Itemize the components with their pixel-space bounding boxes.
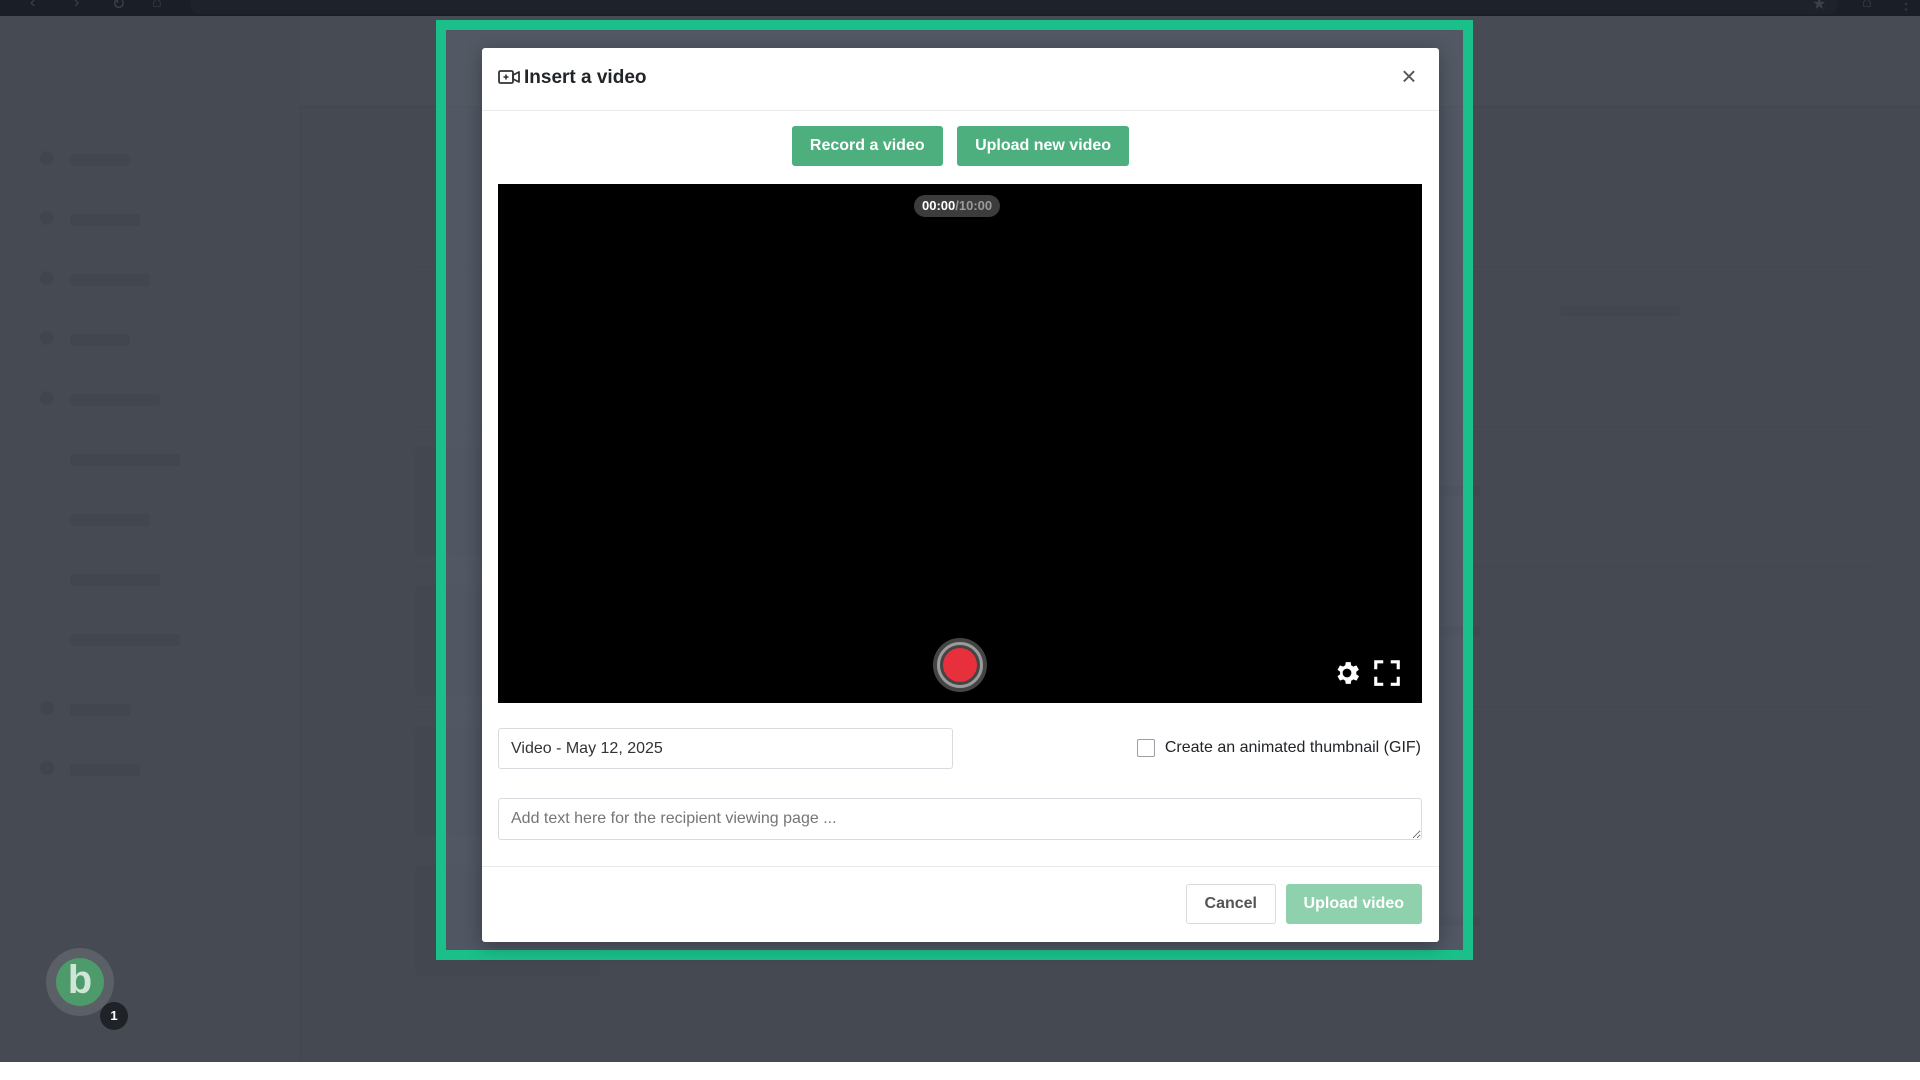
record-start-button[interactable] (933, 638, 987, 692)
upload-new-video-button[interactable]: Upload new video (957, 126, 1130, 166)
gif-thumbnail-label[interactable]: Create an animated thumbnail (GIF) (1165, 739, 1421, 757)
notification-badge: 1 (100, 1002, 128, 1030)
insert-video-modal: Insert a video × Record a video Upload n… (482, 48, 1439, 942)
video-preview: 00:00/10:00 (498, 184, 1422, 703)
gear-icon-graphic (1337, 662, 1359, 684)
cancel-button[interactable]: Cancel (1185, 884, 1276, 924)
close-icon[interactable]: × (1395, 62, 1423, 90)
upload-video-button[interactable]: Upload video (1285, 884, 1422, 924)
modal-title: Insert a video (524, 67, 647, 88)
recipient-text-field[interactable] (498, 798, 1422, 840)
video-name-input[interactable] (498, 728, 953, 769)
page-footer-strip (0, 1062, 1920, 1080)
recording-timer: 00:00/10:00 (914, 195, 1001, 217)
gif-thumbnail-option[interactable]: Create an animated thumbnail (GIF) (1136, 736, 1421, 760)
fullscreen-icon[interactable] (1372, 658, 1402, 688)
record-dot-icon (943, 648, 977, 682)
gif-thumbnail-checkbox[interactable] (1136, 739, 1155, 757)
timer-current: 00:00 (922, 198, 956, 213)
timer-max: 10:00 (958, 198, 993, 213)
fullscreen-icon-graphic (1374, 660, 1400, 686)
modal-header: Insert a video × (482, 48, 1439, 111)
record-video-button[interactable]: Record a video (791, 126, 943, 166)
chat-widget-button[interactable]: b 1 (46, 948, 128, 1030)
source-buttons: Record a video Upload new video (482, 126, 1439, 166)
gear-icon[interactable] (1332, 658, 1362, 688)
modal-footer: Cancel Upload video (482, 866, 1439, 943)
chat-logo: b (56, 958, 104, 1006)
video-camera-icon (498, 70, 520, 84)
